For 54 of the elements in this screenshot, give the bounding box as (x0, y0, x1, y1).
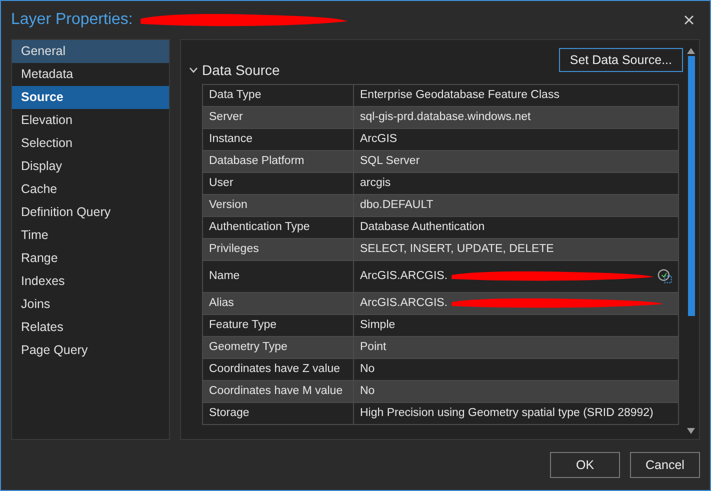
sidebar-item[interactable]: Relates (12, 316, 169, 339)
property-value-cell: ArcGIS.ARCGIS. (360, 270, 448, 282)
property-name-cell: Server (202, 106, 354, 128)
sidebar-item[interactable]: Selection (12, 132, 169, 155)
property-value-cell: sql-gis-prd.database.windows.net (360, 111, 531, 124)
sidebar-item[interactable]: Cache (12, 178, 169, 201)
sidebar-item[interactable]: Joins (12, 292, 169, 316)
locate-icon[interactable] (656, 268, 672, 284)
property-value-cell: High Precision using Geometry spatial type (SRID 28992) (360, 407, 654, 420)
window-title: Layer Properties: (11, 10, 133, 29)
close-icon (684, 14, 694, 25)
property-value-cell: No (360, 363, 375, 376)
property-value-cell: dbo.DEFAULT (360, 199, 434, 212)
sidebar-item[interactable]: Page Query (12, 338, 169, 362)
sidebar-item[interactable]: Indexes (12, 270, 169, 293)
property-name-cell: Data Type (202, 84, 354, 106)
property-name-cell: Instance (202, 128, 354, 150)
chevron-icon[interactable] (189, 66, 198, 73)
property-name-cell: Name (202, 260, 354, 292)
property-name-cell: Geometry Type (202, 336, 354, 358)
property-name-cell: Authentication Type (202, 216, 354, 238)
sidebar-item[interactable]: Source (12, 86, 169, 109)
sidebar-item[interactable]: Time (12, 224, 169, 247)
property-value-cell: SQL Server (360, 155, 420, 168)
dialog-button[interactable]: OK (550, 452, 620, 478)
dialog-button[interactable]: Cancel (630, 452, 700, 478)
property-value-cell: ArcGIS (360, 133, 398, 146)
property-name-cell: Alias (202, 292, 354, 314)
property-name-cell: Privileges (202, 238, 354, 260)
property-name-cell: Storage (202, 402, 354, 424)
scrollbar-thumb[interactable] (688, 56, 694, 316)
property-value-cell: Point (360, 341, 386, 354)
property-value-cell: Database Authentication (360, 221, 485, 234)
sidebar-item[interactable]: Elevation (12, 108, 169, 132)
property-name-cell: Coordinates have M value (202, 380, 354, 402)
sidebar-item[interactable]: Metadata (12, 62, 169, 86)
scroll-down-icon[interactable] (687, 428, 695, 434)
sidebar-item[interactable]: Definition Query (12, 200, 169, 224)
property-name-cell: Version (202, 194, 354, 216)
property-value-cell: No (360, 385, 375, 398)
set-data-source-button[interactable]: Set Data Source... (558, 48, 683, 72)
property-value-cell: ArcGIS.ARCGIS. (360, 297, 448, 310)
sidebar-item[interactable]: General (12, 40, 169, 63)
property-value-cell: Simple (360, 319, 396, 332)
sidebar-item[interactable]: Range (12, 246, 169, 270)
property-value-cell: Enterprise Geodatabase Feature Class (360, 89, 560, 102)
property-value-cell: SELECT, INSERT, UPDATE, DELETE (360, 243, 554, 256)
property-name-cell: Feature Type (202, 314, 354, 336)
property-value-cell: arcgis (360, 177, 391, 190)
property-name-cell: User (202, 172, 354, 194)
sidebar-item[interactable]: Display (12, 154, 169, 178)
section-header[interactable]: Data Source (189, 62, 280, 80)
property-name-cell: Database Platform (202, 150, 354, 172)
property-name-cell: Coordinates have Z value (202, 358, 354, 380)
